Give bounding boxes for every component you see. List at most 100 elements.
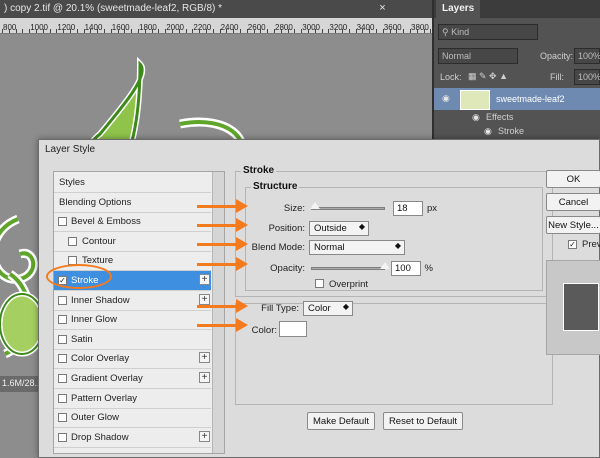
chevron-updown-icon: ◆ — [358, 222, 365, 231]
ruler-minor-tick — [199, 29, 201, 33]
style-checkbox[interactable] — [58, 374, 67, 383]
style-item-blending-options[interactable]: Blending Options — [54, 193, 211, 212]
ruler-tick-label: 1400 — [84, 23, 103, 32]
style-item-color-overlay[interactable]: Color Overlay + — [54, 349, 211, 368]
ruler-minor-tick — [342, 29, 343, 33]
ruler-minor-tick — [274, 29, 275, 33]
style-item-styles[interactable]: Styles — [54, 173, 211, 192]
tab-layers[interactable]: Layers — [436, 0, 481, 18]
ruler-minor-tick — [172, 29, 173, 33]
add-effect-icon[interactable]: + — [199, 430, 210, 442]
fill-type-select[interactable]: Color ◆ — [303, 301, 353, 316]
style-item-gradient-overlay[interactable]: Gradient Overlay + — [54, 369, 211, 388]
structure-section-title: Structure — [251, 181, 300, 192]
ruler-minor-tick — [233, 29, 235, 33]
style-checkbox[interactable] — [58, 354, 67, 364]
fill-field[interactable]: 100% — [574, 69, 600, 85]
ruler-minor-tick — [416, 29, 418, 33]
layers-panel: Layers ⚲ Kind Normal Opacity: 100% Lock:… — [432, 0, 600, 140]
style-checkbox[interactable] — [58, 393, 67, 403]
close-document-icon[interactable]: × — [376, 2, 389, 15]
document-tab[interactable]: ) copy 2.tif @ 20.1% (sweetmade-leaf2, R… — [0, 0, 432, 18]
ruler-tick-label: 2800 — [275, 23, 293, 32]
search-icon: ⚲ — [442, 27, 452, 37]
style-item-label: Satin — [71, 333, 93, 345]
ruler-minor-tick — [376, 29, 377, 33]
fill-group — [235, 303, 553, 405]
stroke-eye-icon[interactable]: ◉ — [484, 126, 494, 136]
style-item-contour[interactable]: Contour — [54, 232, 211, 251]
fill-type-value: Color — [308, 303, 331, 314]
styles-scrollbar[interactable] — [212, 172, 224, 453]
annotation-arrow-line — [197, 243, 238, 246]
layer-row-selected[interactable]: ◉ sweetmade-leaf2 — [434, 88, 600, 110]
add-effect-icon[interactable]: + — [199, 372, 210, 383]
opacity-slider[interactable] — [311, 267, 385, 270]
cancel-button[interactable]: Cancel — [546, 193, 600, 211]
stroke-section-title: Stroke — [241, 165, 277, 176]
style-checkbox[interactable] — [58, 334, 67, 344]
opacity-input[interactable]: 100 — [391, 261, 421, 276]
style-item-inner-glow[interactable]: Inner Glow — [54, 310, 211, 329]
style-preview — [546, 260, 600, 355]
color-label: Color: — [251, 325, 277, 336]
style-checkbox[interactable] — [68, 236, 77, 246]
ruler-minor-tick — [8, 29, 10, 33]
ruler-tick-label: 1000 — [30, 23, 48, 32]
blend-mode-select[interactable]: Normal — [438, 48, 518, 64]
ruler-tick-label: 3600 — [383, 23, 402, 32]
ok-button[interactable]: OK — [546, 170, 600, 188]
opacity-label: Opacity: — [540, 51, 574, 61]
make-default-button[interactable]: Make Default — [307, 412, 375, 430]
ruler-tick-label: 3800 — [411, 23, 429, 32]
ruler-tick-label: 1800 — [139, 23, 157, 32]
overprint-checkbox[interactable] — [315, 279, 324, 288]
stroke-color-swatch[interactable] — [279, 321, 307, 337]
annotation-arrow-line — [197, 205, 238, 208]
filter-kind-select[interactable]: ⚲ Kind — [438, 24, 538, 40]
ruler-minor-tick — [144, 29, 146, 33]
style-item-outer-glow[interactable]: Outer Glow — [54, 408, 211, 427]
size-input[interactable]: 18 — [393, 201, 423, 216]
reset-default-button[interactable]: Reset to Default — [383, 412, 463, 430]
add-effect-icon[interactable]: + — [199, 293, 210, 305]
ruler-minor-tick — [423, 29, 425, 33]
add-effect-icon[interactable]: + — [199, 352, 210, 364]
opacity-slider-knob[interactable] — [380, 262, 390, 269]
annotation-arrow-head — [236, 318, 248, 332]
blend-mode-select[interactable]: Normal ◆ — [309, 240, 405, 255]
ruler-minor-tick — [294, 29, 296, 33]
style-checkbox[interactable] — [58, 295, 67, 305]
effects-label: Effects — [486, 112, 514, 122]
effects-eye-icon[interactable]: ◉ — [472, 112, 482, 122]
layer-name[interactable]: sweetmade-leaf2 — [496, 94, 565, 104]
style-item-satin[interactable]: Satin — [54, 330, 211, 349]
ruler-minor-tick — [308, 29, 309, 33]
preview-checkbox[interactable]: ✓ — [568, 240, 577, 249]
position-value: Outside — [314, 223, 347, 234]
eye-icon[interactable]: ◉ — [442, 93, 452, 103]
ruler-minor-tick — [97, 29, 99, 33]
style-item-label: Bevel & Emboss — [71, 216, 141, 228]
style-checkbox[interactable] — [58, 432, 67, 442]
new-style-button[interactable]: New Style... — [546, 216, 600, 234]
style-item-label: Outer Glow — [71, 412, 120, 424]
ruler-minor-tick — [178, 29, 180, 33]
lock-icons[interactable]: ▦ ✎ ✥ ▲ — [468, 71, 508, 82]
size-slider-knob[interactable] — [310, 202, 321, 209]
style-checkbox[interactable] — [58, 217, 67, 227]
style-item-bevel-emboss[interactable]: Bevel & Emboss — [54, 212, 211, 231]
ruler-minor-tick — [192, 29, 194, 33]
style-item-inner-shadow[interactable]: Inner Shadow + — [54, 291, 211, 310]
ruler-minor-tick — [76, 29, 78, 33]
add-effect-icon[interactable]: + — [199, 274, 210, 285]
lock-label: Lock: — [440, 72, 462, 82]
size-slider[interactable] — [311, 207, 385, 210]
opacity-field[interactable]: 100% — [574, 48, 600, 64]
style-item-pattern-overlay[interactable]: Pattern Overlay — [54, 389, 211, 408]
style-checkbox[interactable] — [58, 413, 67, 423]
position-select[interactable]: Outside ◆ — [309, 221, 369, 236]
style-checkbox[interactable] — [58, 315, 67, 325]
dialog-title: Layer Style — [39, 140, 599, 160]
style-item-drop-shadow[interactable]: Drop Shadow + — [54, 428, 211, 447]
